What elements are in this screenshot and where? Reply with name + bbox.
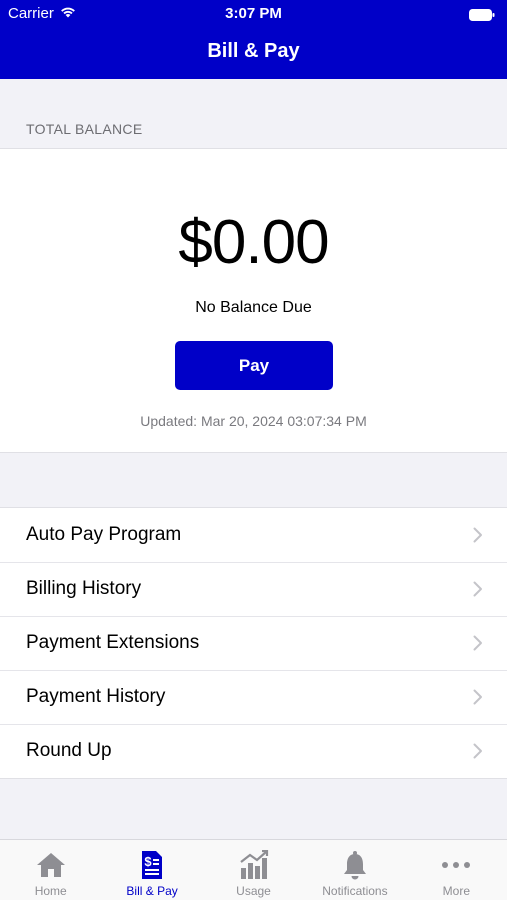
chevron-right-icon	[473, 581, 482, 597]
tab-home[interactable]: Home	[0, 840, 101, 900]
page-title: Bill & Pay	[207, 40, 300, 62]
tab-bar: Home $ Bill & Pay Usage Notifications Mo…	[0, 839, 507, 900]
menu-item-label: Payment Extensions	[26, 632, 200, 653]
chevron-right-icon	[473, 527, 482, 543]
tab-label: Bill & Pay	[126, 884, 178, 898]
menu-item-round-up[interactable]: Round Up	[0, 724, 507, 778]
battery-icon	[469, 8, 495, 25]
tab-label: More	[442, 884, 470, 898]
balance-card: $0.00 No Balance Due Pay Updated: Mar 20…	[0, 148, 507, 453]
menu-item-label: Round Up	[26, 740, 112, 761]
bill-icon: $	[136, 850, 168, 880]
chevron-right-icon	[473, 743, 482, 759]
bell-icon	[339, 850, 371, 880]
chevron-right-icon	[473, 689, 482, 705]
menu-item-label: Billing History	[26, 578, 142, 599]
menu-item-label: Payment History	[26, 686, 166, 707]
tab-notifications[interactable]: Notifications	[304, 840, 405, 900]
usage-chart-icon	[238, 850, 270, 880]
billing-menu-list: Auto Pay Program Billing History Payment…	[0, 507, 507, 779]
nav-header: Carrier 3:07 PM Bill & Pay	[0, 0, 507, 79]
status-bar: Carrier 3:07 PM	[0, 0, 507, 28]
menu-item-billing-history[interactable]: Billing History	[0, 562, 507, 616]
tab-more[interactable]: More	[406, 840, 507, 900]
tab-label: Usage	[236, 884, 271, 898]
menu-item-payment-history[interactable]: Payment History	[0, 670, 507, 724]
chevron-right-icon	[473, 635, 482, 651]
status-time: 3:07 PM	[225, 5, 282, 22]
tab-bill-pay[interactable]: $ Bill & Pay	[101, 840, 202, 900]
updated-timestamp: Updated: Mar 20, 2024 03:07:34 PM	[140, 413, 367, 429]
more-icon	[440, 850, 472, 880]
tab-usage[interactable]: Usage	[203, 840, 304, 900]
tab-label: Notifications	[322, 884, 388, 898]
total-balance-label: TOTAL BALANCE	[26, 121, 143, 137]
home-icon	[35, 850, 67, 880]
svg-text:$: $	[144, 854, 152, 869]
menu-item-auto-pay[interactable]: Auto Pay Program	[0, 508, 507, 562]
balance-amount: $0.00	[178, 208, 329, 277]
pay-button[interactable]: Pay	[175, 341, 333, 390]
tab-label: Home	[34, 884, 67, 898]
balance-status: No Balance Due	[195, 299, 312, 316]
menu-item-payment-extensions[interactable]: Payment Extensions	[0, 616, 507, 670]
menu-item-label: Auto Pay Program	[26, 524, 182, 545]
